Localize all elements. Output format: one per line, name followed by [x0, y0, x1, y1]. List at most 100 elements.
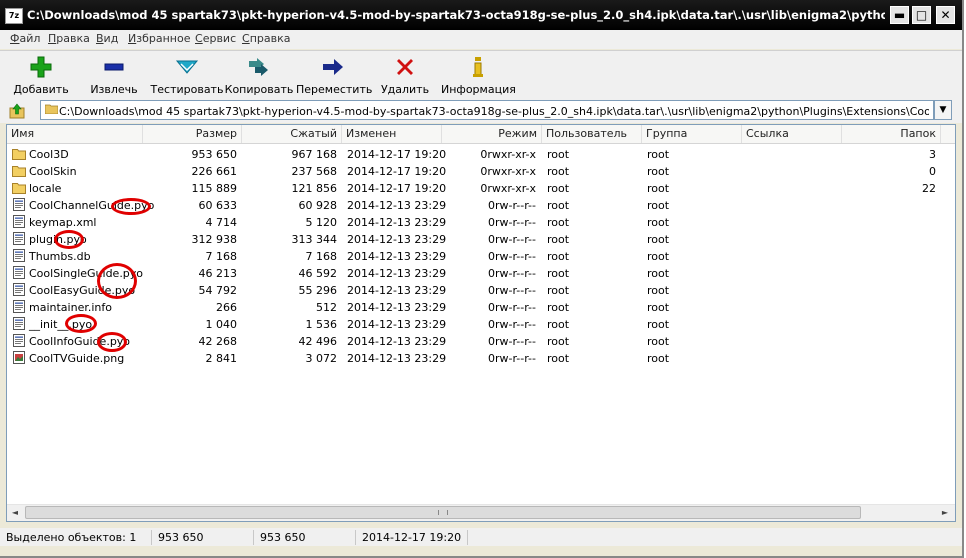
column-header-size[interactable]: Размер [143, 125, 242, 143]
copy-button[interactable]: Копировать [222, 55, 296, 96]
cell-size: 7 168 [205, 250, 238, 263]
delete-button[interactable]: Удалить [368, 55, 442, 96]
close-button[interactable]: ✕ [936, 6, 955, 24]
menu-view[interactable]: Вид [96, 32, 118, 45]
extract-button[interactable]: Извлечь [77, 55, 151, 96]
cell-user: root [547, 233, 570, 246]
cell-size: 115 889 [191, 182, 238, 195]
column-header-name[interactable]: Имя [7, 125, 143, 143]
table-row[interactable]: __init__.pyo 1 040 1 536 2014-12-13 23:29 0r… [7, 316, 951, 333]
column-header-packed[interactable]: Сжатый [242, 125, 342, 143]
status-modified: 2014-12-17 19:20 [358, 530, 468, 545]
cell-mode: 0rw-r--r-- [487, 352, 536, 365]
cell-name: CoolEasyGuide.pyo [29, 284, 136, 297]
minimize-button[interactable]: ▬ [890, 6, 909, 24]
cell-user: root [547, 352, 570, 365]
column-header-link[interactable]: Ссылка [742, 125, 842, 143]
menu-tools[interactable]: Сервис [195, 32, 236, 45]
app-window: 7z C:\Downloads\mod 45 spartak73\pkt-hyp… [0, 0, 964, 558]
menu-tools-label: ервис [202, 32, 237, 45]
menu-edit[interactable]: Правка [48, 32, 90, 45]
cell-mode: 0rw-r--r-- [487, 267, 536, 280]
menu-help[interactable]: Справка [242, 32, 290, 45]
file-icon [13, 215, 25, 228]
table-row[interactable]: CoolInfoGuide.pyo 42 268 42 496 2014-12-13 … [7, 333, 951, 350]
cell-modified: 2014-12-13 23:29 [347, 301, 447, 314]
menu-bar: Файл Правка Вид Избранное Сервис Справка [0, 30, 962, 49]
window-title: C:\Downloads\mod 45 spartak73\pkt-hyperi… [27, 8, 885, 22]
address-bar: ▼ [0, 99, 962, 123]
cell-mode: 0rwxr-xr-x [480, 148, 536, 161]
scroll-left-button[interactable]: ◄ [7, 505, 23, 521]
table-row[interactable]: plugin.pyo 312 938 313 344 2014-12-13 23:29… [7, 231, 951, 248]
column-header-user[interactable]: Пользователь [542, 125, 642, 143]
file-list[interactable]: Имя Размер Сжатый Изменен Режим Пользова… [6, 124, 956, 522]
table-row[interactable]: CoolChannelGuide.pyo 60 633 60 928 2014-12-… [7, 197, 951, 214]
extract-label: Извлечь [90, 83, 138, 96]
cell-user: root [547, 267, 570, 280]
plus-icon [30, 56, 52, 78]
cell-modified: 2014-12-13 23:29 [347, 233, 447, 246]
cell-group: root [647, 216, 670, 229]
info-button[interactable]: Информация [441, 55, 516, 96]
cell-mode: 0rw-r--r-- [487, 301, 536, 314]
table-row[interactable]: CoolSingleGuide.pyo 46 213 46 592 2014-12-1… [7, 265, 951, 282]
move-label: Переместить [296, 83, 373, 96]
cell-packed: 3 072 [305, 352, 338, 365]
address-dropdown-button[interactable]: ▼ [934, 100, 952, 120]
move-button[interactable]: Переместить [296, 55, 373, 96]
scrollbar-thumb[interactable] [25, 506, 861, 519]
cell-group: root [647, 182, 670, 195]
test-button[interactable]: Тестировать [150, 55, 224, 96]
cell-group: root [647, 165, 670, 178]
table-row[interactable]: locale 115 889 121 856 2014-12-17 19:20 0rwx… [7, 180, 951, 197]
column-header-group[interactable]: Группа [642, 125, 742, 143]
menu-file[interactable]: Файл [10, 32, 40, 45]
cell-mode: 0rw-r--r-- [487, 199, 536, 212]
table-row[interactable]: CoolEasyGuide.pyo 54 792 55 296 2014-12-13 … [7, 282, 951, 299]
cell-mode: 0rw-r--r-- [487, 250, 536, 263]
title-bar[interactable]: 7z C:\Downloads\mod 45 spartak73\pkt-hyp… [0, 0, 962, 30]
folder-up-icon[interactable] [9, 103, 25, 119]
menu-favorites-accel: И [128, 32, 137, 45]
table-row[interactable]: CoolSkin 226 661 237 568 2014-12-17 19:20 0r… [7, 163, 951, 180]
cell-name: CoolSingleGuide.pyo [29, 267, 144, 280]
table-row[interactable]: keymap.xml 4 714 5 120 2014-12-13 23:29 0rw-… [7, 214, 951, 231]
add-label: Добавить [13, 83, 69, 96]
add-button[interactable]: Добавить [4, 55, 78, 96]
cell-size: 2 841 [205, 352, 238, 365]
address-input[interactable] [40, 100, 934, 120]
cell-name: maintainer.info [29, 301, 112, 314]
cell-group: root [647, 148, 670, 161]
cell-user: root [547, 216, 570, 229]
cell-group: root [647, 233, 670, 246]
column-header-modified[interactable]: Изменен [342, 125, 442, 143]
cell-user: root [547, 199, 570, 212]
menu-favorites[interactable]: Избранное [128, 32, 190, 45]
table-row[interactable]: maintainer.info 266 512 2014-12-13 23:29 0rw… [7, 299, 951, 316]
table-row[interactable]: CoolTVGuide.png 2 841 3 072 2014-12-13 23:2… [7, 350, 951, 367]
table-row[interactable]: Cool3D 953 650 967 168 2014-12-17 19:20 0rwx… [7, 146, 951, 163]
cell-name: CoolTVGuide.png [29, 352, 125, 365]
cell-packed: 237 568 [291, 165, 338, 178]
cell-group: root [647, 352, 670, 365]
file-icon [13, 266, 25, 279]
column-header-mode[interactable]: Режим [442, 125, 542, 143]
column-header-folders[interactable]: Папок [842, 125, 941, 143]
status-size: 953 650 [154, 530, 254, 545]
cell-modified: 2014-12-13 23:29 [347, 284, 447, 297]
cell-modified: 2014-12-13 23:29 [347, 267, 447, 280]
table-row[interactable]: Thumbs.db 7 168 7 168 2014-12-13 23:29 0rw-r… [7, 248, 951, 265]
cell-modified: 2014-12-13 23:29 [347, 216, 447, 229]
cell-modified: 2014-12-13 23:29 [347, 199, 447, 212]
cell-packed: 512 [316, 301, 337, 314]
info-icon [473, 57, 483, 77]
scroll-right-button[interactable]: ► [937, 505, 953, 521]
cell-mode: 0rw-r--r-- [487, 284, 536, 297]
7zip-app-icon: 7z [5, 8, 23, 24]
folder-icon [12, 166, 26, 177]
cell-name: CoolSkin [29, 165, 77, 178]
image-file-icon [13, 351, 25, 364]
maximize-button[interactable]: □ [912, 6, 931, 24]
horizontal-scrollbar[interactable]: ◄ ► [7, 504, 955, 521]
